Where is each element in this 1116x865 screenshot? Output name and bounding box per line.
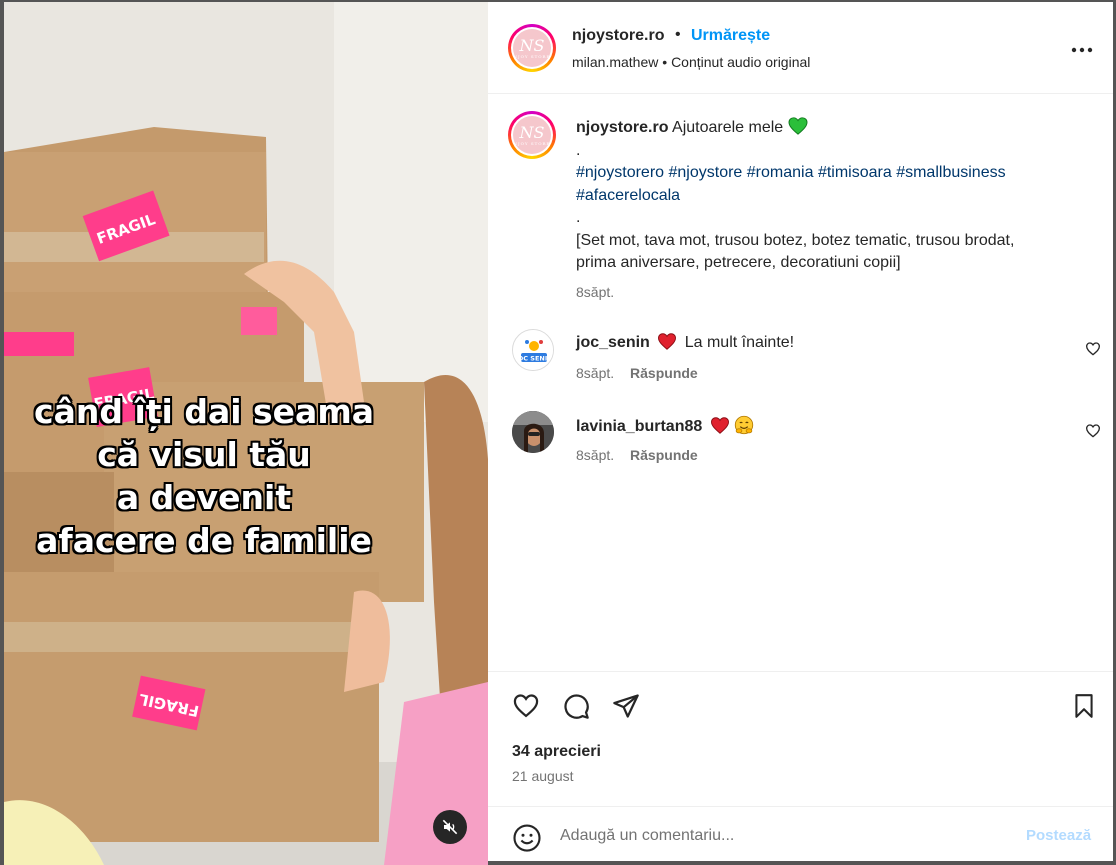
- overlay-line: că visul tău: [97, 435, 311, 474]
- post-actions: 34 aprecieri 21 august: [488, 671, 1113, 817]
- post-modal: FRAGIL FRAGIL FRAGIL când îți dai seama că…: [0, 0, 1116, 865]
- comment-like-icon[interactable]: [1085, 423, 1101, 439]
- more-options-button[interactable]: [1070, 38, 1094, 62]
- comment-text: joc_senin La mult înainte!: [576, 333, 794, 352]
- smile-emoji-icon: [735, 415, 754, 435]
- likes-count[interactable]: 34 aprecieri: [512, 743, 601, 761]
- hashtags-line: #afacerelocala: [576, 185, 1096, 208]
- overlay-line: afacere de familie: [36, 521, 372, 560]
- avatar-subtext: NJOY STORE: [513, 53, 551, 59]
- joc-senin-logo: JOC SENIN: [513, 330, 553, 370]
- emoji-picker-button[interactable]: [512, 823, 542, 853]
- hashtags-line: #njoystorero #njoystore #romania #timiso…: [576, 162, 1096, 185]
- add-comment-bar: Postează: [488, 806, 1113, 865]
- comment-time[interactable]: 8săpt.: [576, 447, 614, 463]
- caption-author-avatar[interactable]: NS NJOY STORE: [508, 111, 556, 159]
- overlay-line: a devenit: [116, 478, 292, 517]
- red-heart-icon: [658, 333, 677, 350]
- avatar-text: JOC SENIN: [514, 355, 552, 363]
- comment-item: JOC SENIN joc_senin La mult înainte! 8să…: [488, 327, 1113, 387]
- profile-photo: [512, 411, 554, 453]
- like-button[interactable]: [510, 690, 542, 722]
- follow-button[interactable]: Urmărește: [691, 27, 770, 45]
- avatar-initials: NS: [519, 35, 545, 55]
- comment-meta: 8săpt. Răspunde: [576, 365, 698, 381]
- green-heart-icon: [788, 117, 808, 135]
- share-button[interactable]: [610, 690, 642, 722]
- avatar-initials: NS: [519, 122, 545, 142]
- mute-button[interactable]: [433, 810, 467, 844]
- separator-dot: •: [662, 54, 668, 70]
- separator-dot: •: [675, 26, 681, 43]
- hashtag-link[interactable]: #timisoara: [818, 164, 892, 181]
- author-username[interactable]: njoystore.ro: [572, 27, 664, 45]
- caption-dot: .: [576, 209, 581, 226]
- audio-label[interactable]: Conținut audio original: [671, 54, 810, 70]
- hashtag-link[interactable]: #smallbusiness: [896, 164, 1005, 181]
- comment-like-icon[interactable]: [1085, 341, 1101, 357]
- caption-dot: .: [576, 141, 581, 159]
- post-caption: njoystore.ro Ajutoarele mele . #njoystor…: [576, 117, 1096, 275]
- comments-section: NS NJOY STORE njoystore.ro Ajutoarele me…: [488, 95, 1113, 671]
- post-media[interactable]: FRAGIL FRAGIL FRAGIL când îți dai seama că…: [4, 2, 488, 865]
- video-caption-overlay: când îți dai seama că visul tău a deveni…: [4, 390, 404, 562]
- comment-meta: 8săpt. Răspunde: [576, 447, 698, 463]
- hashtag-link[interactable]: #afacerelocala: [576, 187, 680, 204]
- share-icon: [613, 694, 639, 718]
- comment-time[interactable]: 8săpt.: [576, 365, 614, 381]
- save-button[interactable]: [1068, 690, 1100, 722]
- comment-body: La mult înainte!: [684, 334, 795, 351]
- comment-text: lavinia_burtan88: [576, 415, 754, 436]
- mute-icon: [442, 819, 458, 835]
- commenter-avatar[interactable]: JOC SENIN: [512, 329, 554, 371]
- post-comment-button[interactable]: Postează: [1026, 827, 1091, 844]
- like-icon: [513, 694, 539, 718]
- author-avatar[interactable]: NS NJOY STORE: [508, 24, 556, 72]
- overlay-line: când îți dai seama: [34, 392, 374, 431]
- comment-icon: [564, 694, 589, 719]
- post-details-panel: NS NJOY STORE njoystore.ro • Urmărește m…: [488, 2, 1113, 865]
- hashtag-link[interactable]: #njoystore: [669, 164, 743, 181]
- comment-username[interactable]: joc_senin: [576, 334, 650, 351]
- audio-user[interactable]: milan.mathew: [572, 54, 658, 70]
- caption-body-line: [Set mot, tava mot, trusou botez, botez …: [576, 231, 1015, 249]
- more-icon: [1071, 47, 1093, 53]
- commenter-avatar[interactable]: [512, 411, 554, 453]
- hashtag-link[interactable]: #njoystorero: [576, 164, 664, 181]
- reply-button[interactable]: Răspunde: [630, 365, 698, 381]
- comment-input[interactable]: [560, 821, 1000, 851]
- hashtag-link[interactable]: #romania: [747, 164, 814, 181]
- caption-text: Ajutoarele mele: [672, 119, 784, 136]
- red-heart-icon: [710, 417, 729, 434]
- avatar-subtext: NJOY STORE: [513, 140, 551, 146]
- emoji-icon: [513, 824, 541, 852]
- post-date[interactable]: 21 august: [512, 768, 574, 784]
- reply-button[interactable]: Răspunde: [630, 447, 698, 463]
- caption-time[interactable]: 8săpt.: [576, 284, 614, 300]
- comment-item: lavinia_burtan88 8săpt. Răspunde: [488, 409, 1113, 469]
- post-header: NS NJOY STORE njoystore.ro • Urmărește m…: [488, 2, 1113, 94]
- comment-button[interactable]: [560, 690, 592, 722]
- save-icon: [1075, 694, 1093, 718]
- comment-username[interactable]: lavinia_burtan88: [576, 418, 702, 435]
- caption-username[interactable]: njoystore.ro: [576, 119, 668, 136]
- caption-body-line: prima aniversare, petrecere, decoratiuni…: [576, 254, 901, 271]
- audio-info: milan.mathew • Conținut audio original: [572, 54, 810, 70]
